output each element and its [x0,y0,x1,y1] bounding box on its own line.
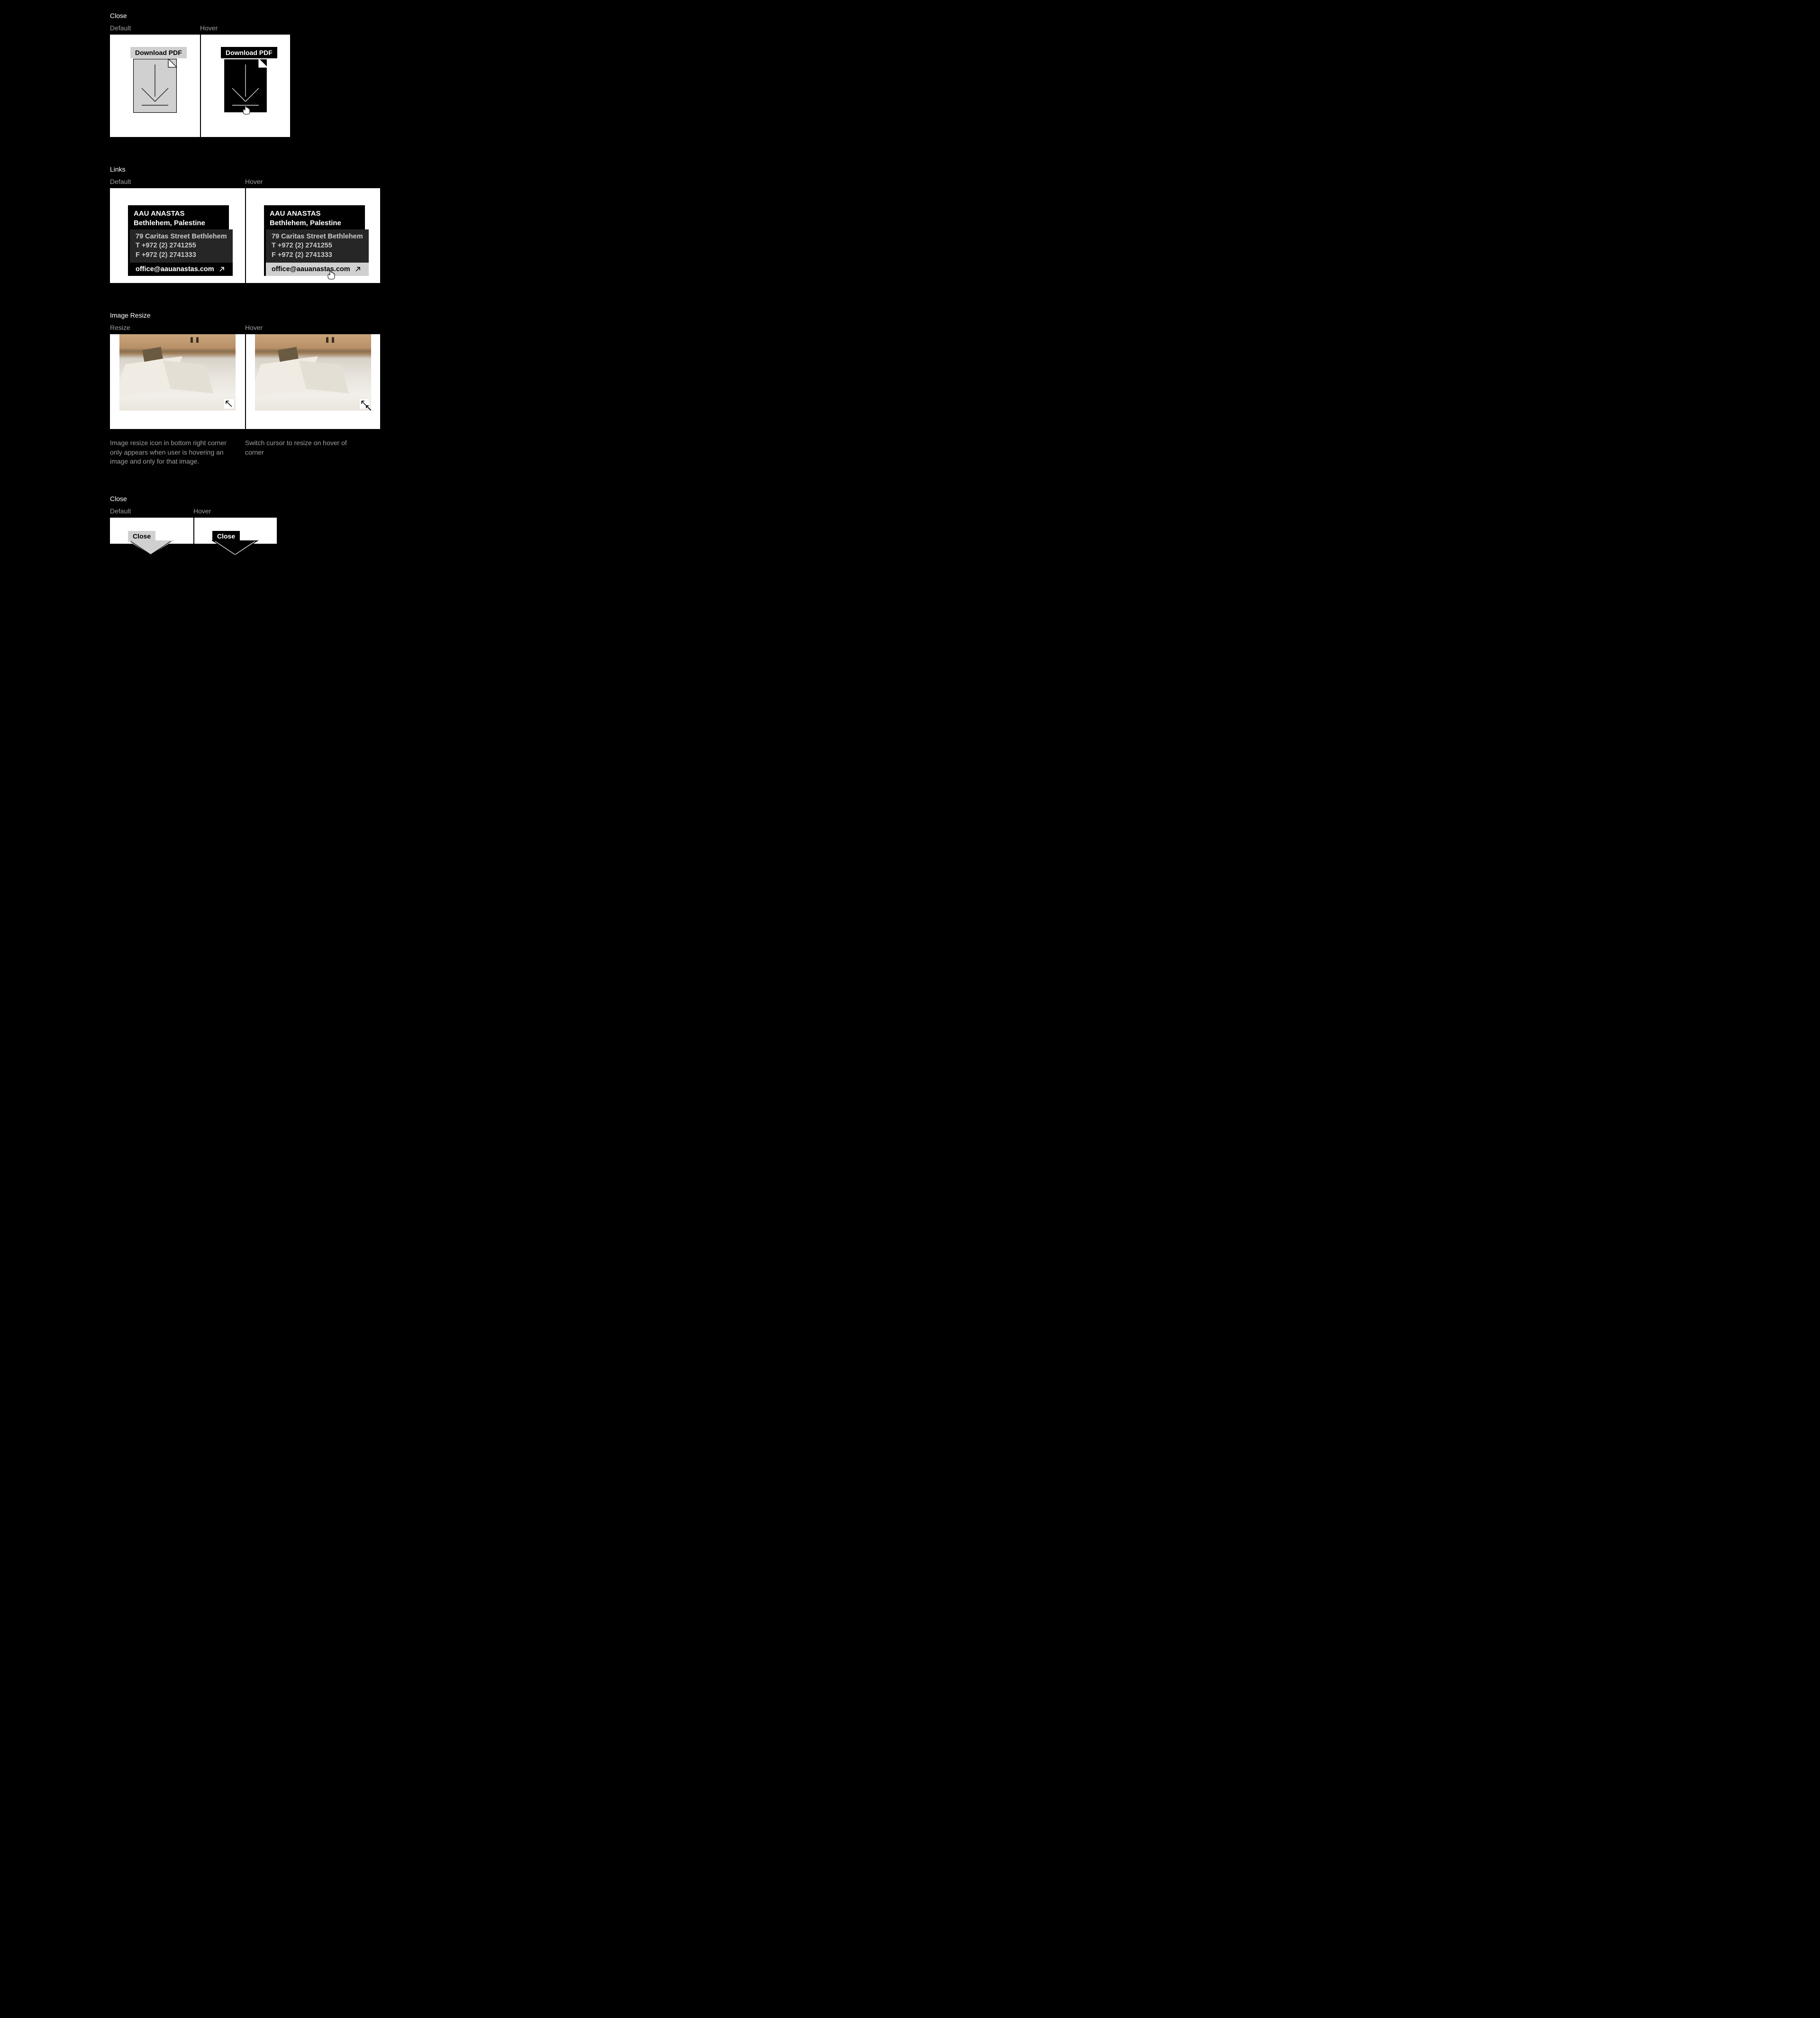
panels: Download PDF Download PDF [110,35,1820,137]
image-resize-section: Image Resize Resize Hover [110,311,1820,466]
email-link-hover[interactable]: office@aauanastas.com [266,263,369,276]
card-header: AAU ANASTAS Bethlehem, Palestine [264,205,365,229]
fax-line: F +972 (2) 2741333 [272,251,363,260]
panel-default: Close [110,518,193,544]
links-section: Links Default Hover AAU ANASTAS Bethlehe… [110,165,1820,283]
card-header: AAU ANASTAS Bethlehem, Palestine [128,205,229,229]
panels: AAU ANASTAS Bethlehem, Palestine 79 Cari… [110,188,1820,283]
contact-card: AAU ANASTAS Bethlehem, Palestine 79 Cari… [128,205,229,276]
section-title: Close [110,495,1820,502]
download-pdf-label: Download PDF [221,47,277,58]
email-text: office@aauanastas.com [272,265,350,273]
external-link-icon [355,266,361,272]
org-location: Bethlehem, Palestine [134,219,223,228]
caption-right: Switch cursor to resize on hover of corn… [245,438,366,466]
panels: Close Close [110,518,1820,544]
resize-handle-icon[interactable] [224,399,234,409]
address-line: 79 Caritas Street Bethlehem [272,232,363,242]
panel-hover [245,334,380,429]
panel-resize [110,334,245,429]
tel-line: T +972 (2) 2741255 [136,241,227,251]
card-details: 79 Caritas Street Bethlehem T +972 (2) 2… [266,229,369,263]
close-section: Close Default Hover Close Close [110,495,1820,544]
panel-hover: Close [193,518,277,544]
download-pdf-label: Download PDF [130,47,187,58]
close-button-hover[interactable]: Close [212,531,240,541]
section-title: Close [110,12,1820,19]
email-link[interactable]: office@aauanastas.com [130,263,233,276]
org-name: AAU ANASTAS [270,209,359,219]
section-title: Links [110,165,1820,173]
state-label-hover: Hover [245,178,380,185]
pointer-cursor-icon [328,270,335,280]
close-label: Close [128,531,155,541]
panel-default: AAU ANASTAS Bethlehem, Palestine 79 Cari… [110,188,245,283]
image-thumbnail[interactable] [255,334,371,411]
section-title: Image Resize [110,311,1820,319]
panel-hover: Download PDF [200,35,290,137]
download-pdf-button-hover[interactable]: Download PDF [224,59,267,113]
pointer-cursor-icon [243,105,250,115]
contact-card: AAU ANASTAS Bethlehem, Palestine 79 Cari… [264,205,365,276]
download-pdf-button[interactable]: Download PDF [133,59,177,113]
close-x-icon [211,540,259,555]
fax-line: F +972 (2) 2741333 [136,251,227,260]
external-link-icon [219,266,225,272]
document-download-icon [133,59,177,113]
state-label-hover: Hover [193,507,277,515]
document-download-icon [224,59,267,113]
captions: Image resize icon in bottom right corner… [110,438,1820,466]
org-location: Bethlehem, Palestine [270,219,359,228]
download-pdf-section: Close Default Hover Download PDF Downloa… [110,12,1820,137]
panels [110,334,1820,429]
email-text: office@aauanastas.com [136,265,214,273]
state-labels: Default Hover [110,507,1820,515]
state-labels: Default Hover [110,24,1820,32]
close-label: Close [212,531,240,541]
address-line: 79 Caritas Street Bethlehem [136,232,227,242]
state-label-default: Default [110,178,245,185]
panel-hover: AAU ANASTAS Bethlehem, Palestine 79 Cari… [245,188,380,283]
state-label-resize: Resize [110,324,245,331]
caption-left: Image resize icon in bottom right corner… [110,438,231,466]
tel-line: T +972 (2) 2741255 [272,241,363,251]
resize-cursor-icon [365,405,371,411]
close-x-icon [127,540,174,555]
state-label-hover: Hover [200,24,290,32]
org-name: AAU ANASTAS [134,209,223,219]
state-label-default: Default [110,24,200,32]
image-thumbnail[interactable] [119,334,236,411]
state-label-hover: Hover [245,324,380,331]
panel-default: Download PDF [110,35,200,137]
close-button[interactable]: Close [128,531,155,541]
state-label-default: Default [110,507,193,515]
card-details: 79 Caritas Street Bethlehem T +972 (2) 2… [130,229,233,263]
state-labels: Resize Hover [110,324,1820,331]
state-labels: Default Hover [110,178,1820,185]
